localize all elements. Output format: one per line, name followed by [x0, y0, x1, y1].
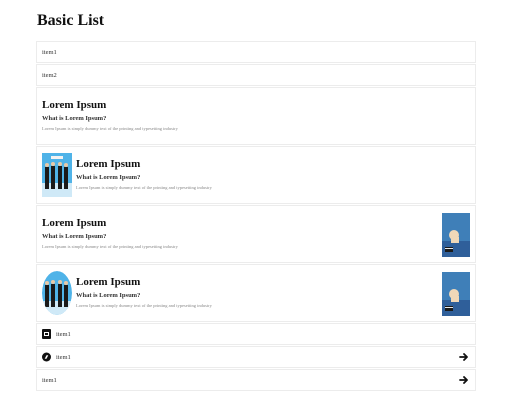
list-item-label: item2 [42, 71, 57, 79]
list-item-title: Lorem Ipsum [42, 217, 107, 229]
list-item-label: item1 [42, 48, 57, 56]
list-item-rich[interactable]: Lorem Ipsum What is Lorem Ipsum? Lorem I… [36, 205, 476, 263]
list-item-subtitle: What is Lorem Ipsum? [76, 174, 141, 181]
list-item-label: item1 [42, 376, 57, 384]
basic-list: item1 item2 Lorem Ipsum What is Lorem Ip… [36, 41, 476, 392]
list-item-title: Lorem Ipsum [42, 99, 107, 111]
list-item-with-icon[interactable]: item1 [36, 323, 476, 345]
list-item-rich[interactable]: Lorem Ipsum What is Lorem Ipsum? Lorem I… [36, 146, 476, 204]
compass-icon [42, 352, 51, 362]
list-item-subtitle: What is Lorem Ipsum? [42, 233, 107, 240]
album-cover-thumbnail [442, 272, 470, 316]
page-title: Basic List [37, 12, 105, 29]
list-item-title: Lorem Ipsum [76, 276, 141, 288]
list-item-label: item1 [56, 353, 71, 361]
album-cover-thumbnail [442, 213, 470, 257]
list-item-rich[interactable]: Lorem Ipsum What is Lorem Ipsum? Lorem I… [36, 264, 476, 322]
arrow-right-icon[interactable] [459, 352, 469, 362]
list-item[interactable]: item2 [36, 64, 476, 86]
list-item-subtitle: What is Lorem Ipsum? [42, 115, 107, 122]
band-photo-avatar [42, 271, 72, 315]
list-item-description: Lorem Ipsum is simply dummy text of the … [76, 303, 212, 308]
arrow-right-icon[interactable] [459, 375, 469, 385]
band-photo-thumbnail [42, 153, 72, 197]
list-item-description: Lorem Ipsum is simply dummy text of the … [76, 185, 212, 190]
list-item-rich[interactable]: Lorem Ipsum What is Lorem Ipsum? Lorem I… [36, 87, 476, 145]
list-item-with-icon[interactable]: item1 [36, 346, 476, 368]
list-item-subtitle: What is Lorem Ipsum? [76, 292, 141, 299]
list-item[interactable]: item1 [36, 369, 476, 391]
list-item[interactable]: item1 [36, 41, 476, 63]
list-item-description: Lorem Ipsum is simply dummy text of the … [42, 126, 178, 131]
list-item-description: Lorem Ipsum is simply dummy text of the … [42, 244, 178, 249]
list-item-label: item1 [56, 330, 71, 338]
square-badge-icon [42, 329, 51, 339]
list-item-title: Lorem Ipsum [76, 158, 141, 170]
